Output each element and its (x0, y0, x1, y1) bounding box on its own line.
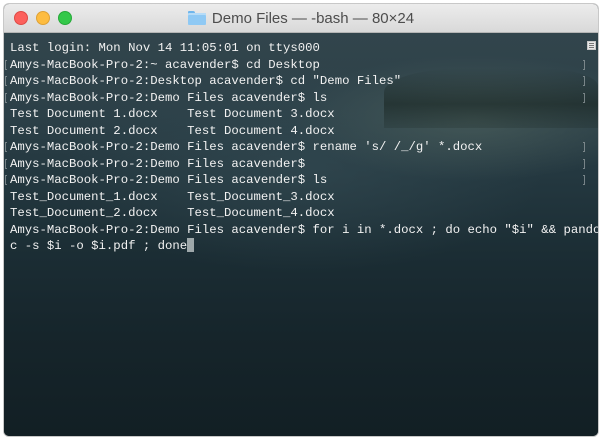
terminal-line: Last login: Mon Nov 14 11:05:01 on ttys0… (10, 40, 584, 57)
terminal-line-text: Amys-MacBook-Pro-2:Demo Files acavender$… (10, 90, 328, 105)
terminal-line-text: Last login: Mon Nov 14 11:05:01 on ttys0… (10, 41, 320, 55)
terminal-line: Amys-MacBook-Pro-2:Demo Files acavender$… (5, 139, 585, 156)
terminal-line-text: Test Document 1.docx Test Document 3.doc… (10, 107, 335, 121)
line-mark-right-icon (583, 59, 585, 70)
line-mark-left-icon (5, 175, 7, 185)
terminal-lines: Last login: Mon Nov 14 11:05:01 on ttys0… (5, 40, 598, 255)
terminal-line-text: Amys-MacBook-Pro-2:Desktop acavender$ cd… (10, 74, 402, 88)
line-mark-right-icon (583, 92, 585, 103)
line-mark-right-icon (583, 158, 585, 169)
window-title: Demo Files — -bash — 80×24 (211, 9, 415, 27)
terminal-window: Demo Files — -bash — 80×24 Last login: M… (4, 4, 598, 436)
terminal-line: Test_Document_2.docx Test_Document_4.doc… (10, 205, 584, 222)
line-mark-right-icon (583, 142, 585, 152)
scroll-marker-icon[interactable] (587, 41, 596, 50)
title-bar[interactable]: Demo Files — -bash — 80×24 (4, 4, 598, 33)
terminal-line: Test Document 2.docx Test Document 4.doc… (10, 123, 584, 140)
terminal-line: Amys-MacBook-Pro-2:Demo Files acavender$… (5, 172, 585, 189)
line-mark-left-icon (5, 92, 7, 103)
line-mark-left-icon (5, 142, 7, 152)
terminal-line: Test Document 1.docx Test Document 3.doc… (10, 106, 584, 123)
terminal-line-text: Test_Document_1.docx Test_Document_3.doc… (10, 189, 335, 204)
folder-icon (187, 11, 206, 25)
terminal-line: Test_Document_1.docx Test_Document_3.doc… (10, 189, 584, 206)
line-mark-left-icon (5, 76, 7, 86)
terminal-line-text: Amys-MacBook-Pro-2:Demo Files acavender$… (10, 173, 328, 187)
line-mark-left-icon (5, 158, 7, 169)
window-title-area: Demo Files — -bash — 80×24 (4, 4, 598, 32)
terminal-line-text: Amys-MacBook-Pro-2:Demo Files acavender$… (10, 222, 598, 237)
terminal-line-text: Amys-MacBook-Pro-2:~ acavender$ cd Deskt… (10, 57, 320, 72)
terminal-line-text: Test_Document_2.docx Test_Document_4.doc… (10, 206, 335, 220)
text-cursor (187, 238, 195, 252)
terminal-line-text: c -s $i -o $i.pdf ; done (10, 239, 188, 253)
terminal-line: Amys-MacBook-Pro-2:~ acavender$ cd Deskt… (5, 57, 585, 74)
terminal-line: c -s $i -o $i.pdf ; done (10, 238, 584, 255)
line-mark-right-icon (583, 76, 585, 86)
terminal-line-text: Test Document 2.docx Test Document 4.doc… (10, 123, 335, 138)
terminal-line: Amys-MacBook-Pro-2:Demo Files acavender$… (10, 222, 598, 239)
line-mark-right-icon (583, 175, 585, 185)
terminal-line: Amys-MacBook-Pro-2:Demo Files acavender$ (5, 156, 585, 173)
terminal-line: Amys-MacBook-Pro-2:Desktop acavender$ cd… (5, 73, 585, 90)
terminal-line-text: Amys-MacBook-Pro-2:Demo Files acavender$… (10, 140, 483, 154)
line-mark-left-icon (5, 59, 7, 70)
terminal-output[interactable]: Last login: Mon Nov 14 11:05:01 on ttys0… (4, 33, 598, 436)
terminal-line: Amys-MacBook-Pro-2:Demo Files acavender$… (5, 90, 585, 107)
terminal-line-text: Amys-MacBook-Pro-2:Demo Files acavender$ (10, 156, 306, 171)
